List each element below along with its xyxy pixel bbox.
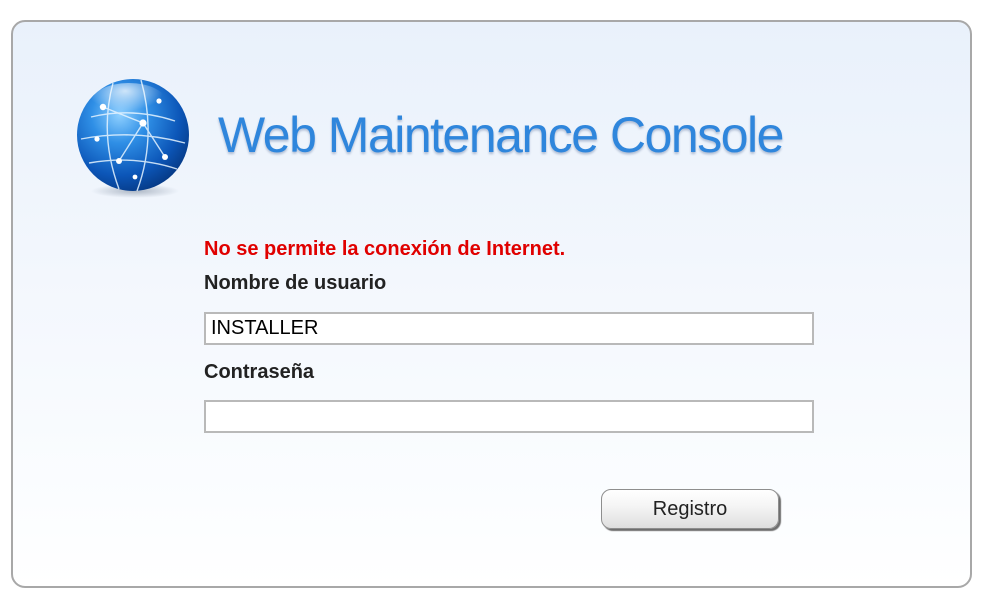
password-input[interactable] bbox=[204, 400, 814, 433]
login-button[interactable]: Registro bbox=[601, 489, 779, 529]
login-panel: Web Maintenance Console No se permite la… bbox=[11, 20, 972, 588]
password-label: Contraseña bbox=[204, 361, 315, 383]
error-message: No se permite la conexión de Internet. bbox=[204, 238, 566, 260]
app-title: Web Maintenance Console bbox=[218, 107, 784, 163]
username-label: Nombre de usuario bbox=[204, 272, 387, 294]
globe-network-icon bbox=[77, 79, 189, 198]
username-input[interactable] bbox=[204, 312, 814, 345]
